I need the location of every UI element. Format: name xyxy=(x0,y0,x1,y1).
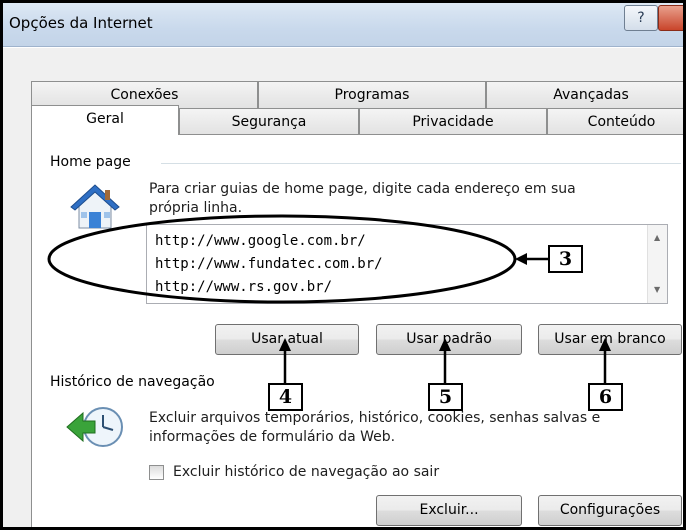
home-page-description-line: Para criar guias de home page, digite ca… xyxy=(149,181,576,197)
tab-label: Conteúdo xyxy=(587,114,656,130)
home-page-description: Para criar guias de home page, digite ca… xyxy=(149,180,576,218)
use-current-button[interactable]: Usar atual xyxy=(215,324,359,355)
callout-3: 3 xyxy=(548,245,583,273)
tab-privacidade[interactable]: Privacidade xyxy=(359,108,547,135)
callout-6: 6 xyxy=(588,383,623,411)
tab-label: Programas xyxy=(334,87,410,103)
tab-label: Privacidade xyxy=(412,114,494,130)
tab-geral[interactable]: Geral xyxy=(31,105,179,135)
help-icon: ? xyxy=(637,10,645,26)
tab-avancadas[interactable]: Avançadas xyxy=(486,81,683,108)
close-button[interactable] xyxy=(658,5,683,31)
tab-programas[interactable]: Programas xyxy=(258,81,486,108)
home-page-urls-textarea[interactable]: http://www.google.com.br/ http://www.fun… xyxy=(146,224,668,304)
dialog-window: Opções da Internet ? Conexões Programas … xyxy=(0,0,686,530)
url-line: http://www.fundatec.com.br/ xyxy=(155,256,383,272)
use-blank-button[interactable]: Usar em branco xyxy=(538,324,682,355)
url-line: http://www.rs.gov.br/ xyxy=(155,279,333,295)
tab-label: Geral xyxy=(86,111,124,127)
tab-seguranca[interactable]: Segurança xyxy=(179,108,359,135)
delete-history-on-exit-label[interactable]: Excluir histórico de navegação ao sair xyxy=(173,463,439,482)
callout-5: 5 xyxy=(428,383,463,411)
tab-conteudo[interactable]: Conteúdo xyxy=(547,108,683,135)
help-button[interactable]: ? xyxy=(624,5,658,31)
tab-label: Avançadas xyxy=(553,87,629,103)
window-title: Opções da Internet xyxy=(9,14,153,32)
clock-arrow-icon xyxy=(66,407,123,447)
url-line: http://www.google.com.br/ xyxy=(155,233,366,249)
tab-conexoes[interactable]: Conexões xyxy=(31,81,258,108)
callout-4: 4 xyxy=(268,383,303,411)
textarea-scrollbar[interactable]: ▲ ▼ xyxy=(647,225,667,303)
title-bar: Opções da Internet ? xyxy=(3,3,683,47)
group-divider xyxy=(161,163,681,164)
history-description-line: informações de formulário da Web. xyxy=(149,429,396,445)
scroll-down-icon[interactable]: ▼ xyxy=(654,285,660,294)
home-page-description-line: própria linha. xyxy=(149,200,243,216)
history-description-line: Excluir arquivos temporários, histórico,… xyxy=(149,410,601,426)
home-page-group-label: Home page xyxy=(50,154,137,170)
delete-button[interactable]: Excluir... xyxy=(376,495,522,526)
tab-label: Segurança xyxy=(231,114,307,130)
history-group-label: Histórico de navegação xyxy=(50,374,221,390)
use-default-button[interactable]: Usar padrão xyxy=(376,324,522,355)
settings-button[interactable]: Configurações xyxy=(538,495,682,526)
tab-label: Conexões xyxy=(110,87,179,103)
scroll-up-icon[interactable]: ▲ xyxy=(654,233,660,242)
delete-history-on-exit-checkbox[interactable] xyxy=(149,465,164,480)
history-description: Excluir arquivos temporários, histórico,… xyxy=(149,409,600,447)
house-icon xyxy=(70,184,120,229)
